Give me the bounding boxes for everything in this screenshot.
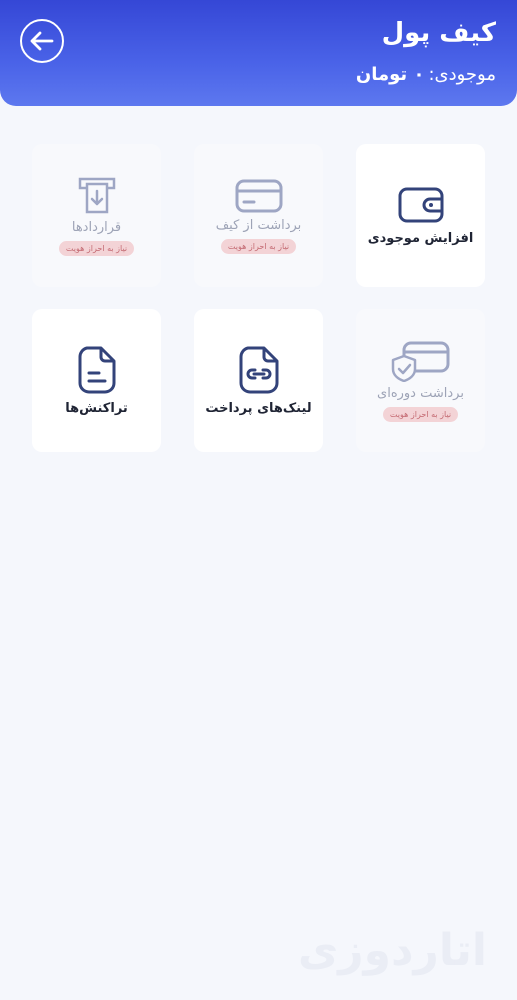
wallet-icon: [397, 185, 445, 225]
card-contracts[interactable]: قراردادها نیاز به احراز هویت: [32, 144, 161, 287]
document-text-icon: [77, 345, 117, 395]
card-periodic-withdraw[interactable]: برداشت دوره‌ای نیاز به احراز هویت: [356, 309, 485, 452]
page-title: کیف پول: [381, 18, 496, 48]
card-label: برداشت دوره‌ای: [377, 385, 464, 401]
balance-label: موجودی:: [428, 64, 496, 85]
document-link-icon: [238, 345, 280, 395]
card-increase-balance[interactable]: افزایش موجودی: [356, 144, 485, 287]
card-label: برداشت از کیف: [215, 217, 302, 233]
auth-required-badge: نیاز به احراز هویت: [382, 406, 459, 422]
card-withdraw-wallet[interactable]: برداشت از کیف نیاز به احراز هویت: [194, 144, 323, 287]
card-label: لینک‌های پرداخت: [205, 401, 312, 416]
card-label: تراکنش‌ها: [65, 401, 128, 416]
arrow-left-icon: [30, 31, 54, 51]
app-header: کیف پول موجودی: ۰ تومان: [0, 0, 517, 106]
balance-line: موجودی: ۰ تومان: [356, 64, 496, 85]
card-label: افزایش موجودی: [367, 231, 474, 246]
card-payment-links[interactable]: لینک‌های پرداخت: [194, 309, 323, 452]
card-transactions[interactable]: تراکنش‌ها: [32, 309, 161, 452]
card-label: قراردادها: [71, 219, 122, 235]
card-shield-icon: [391, 340, 451, 382]
credit-card-icon: [235, 178, 283, 214]
back-button[interactable]: [20, 19, 64, 63]
auth-required-badge: نیاز به احراز هویت: [58, 240, 135, 256]
atm-withdraw-icon: [77, 176, 117, 216]
watermark: اتاردوزی: [297, 925, 487, 976]
balance-value: ۰ تومان: [355, 64, 425, 85]
auth-required-badge: نیاز به احراز هویت: [220, 238, 297, 254]
